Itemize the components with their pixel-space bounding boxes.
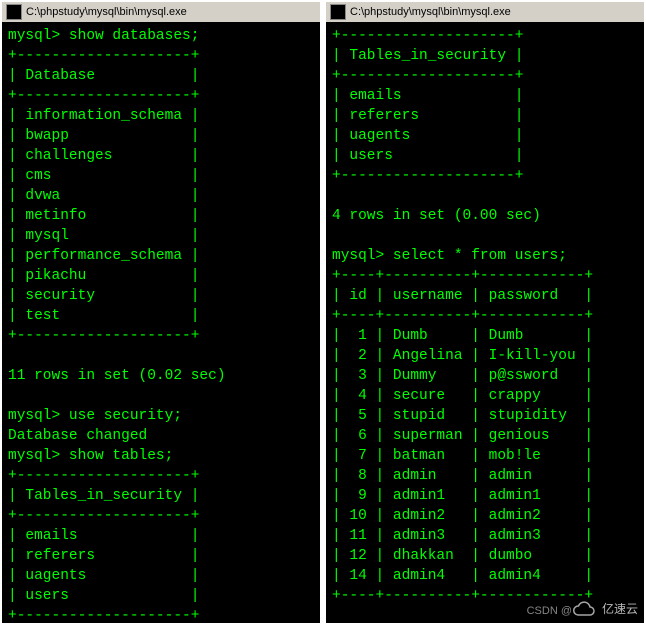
dual-terminal-container: C:\phpstudy\mysql\bin\mysql.exe mysql> s…	[0, 0, 646, 625]
left-terminal[interactable]: mysql> show databases; +----------------…	[2, 22, 320, 623]
left-titlebar[interactable]: C:\phpstudy\mysql\bin\mysql.exe	[2, 2, 320, 22]
cmd-icon	[6, 4, 22, 20]
left-pane: C:\phpstudy\mysql\bin\mysql.exe mysql> s…	[0, 0, 322, 625]
left-title: C:\phpstudy\mysql\bin\mysql.exe	[26, 6, 187, 18]
right-pane: C:\phpstudy\mysql\bin\mysql.exe +-------…	[324, 0, 646, 625]
csdn-watermark: CSDN @	[527, 605, 572, 617]
brand-text: 亿速云	[602, 600, 638, 617]
right-terminal[interactable]: +--------------------+ | Tables_in_secur…	[326, 22, 644, 623]
right-titlebar[interactable]: C:\phpstudy\mysql\bin\mysql.exe	[326, 2, 644, 22]
brand-watermark: 亿速云	[572, 600, 638, 617]
right-title: C:\phpstudy\mysql\bin\mysql.exe	[350, 6, 511, 18]
cmd-icon	[330, 4, 346, 20]
cloud-icon	[572, 601, 596, 617]
